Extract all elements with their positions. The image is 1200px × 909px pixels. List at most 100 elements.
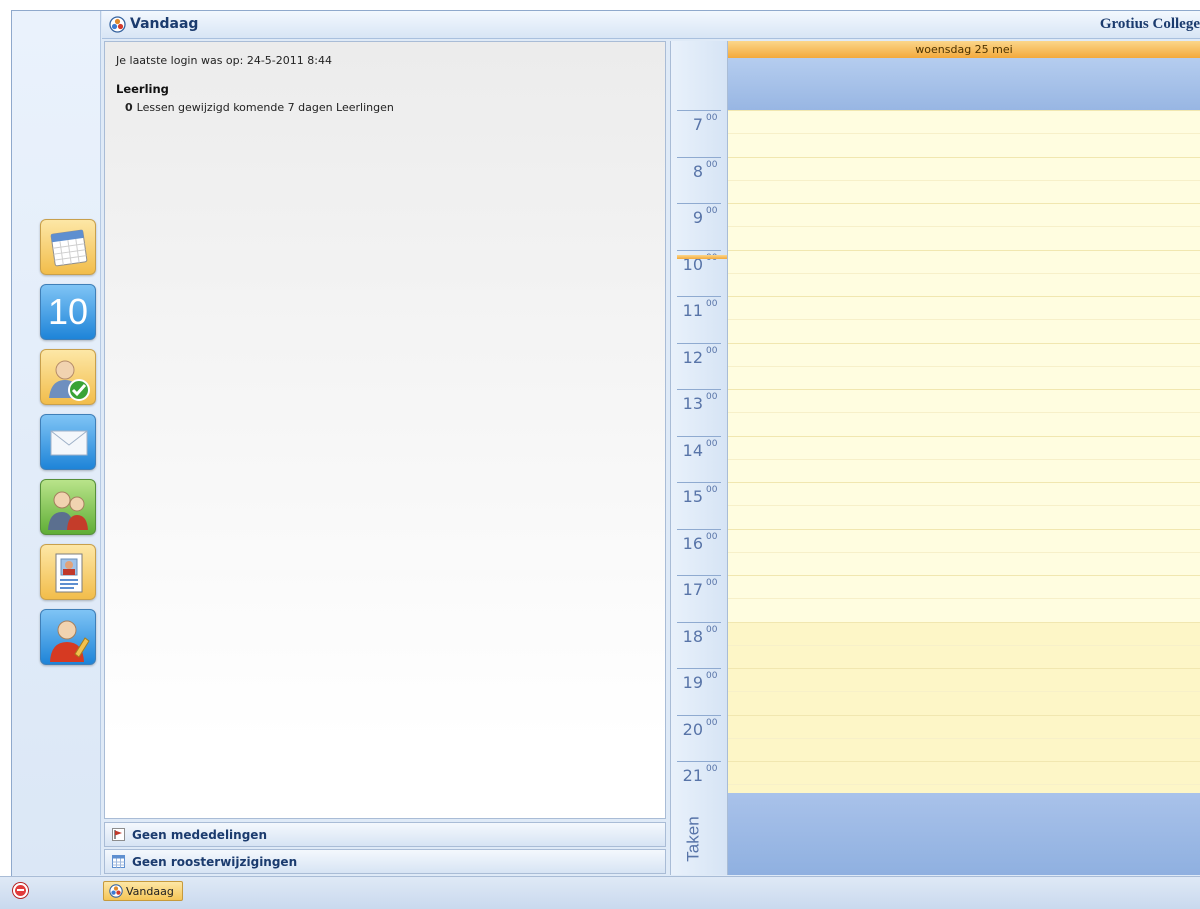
person-edit-icon: [50, 620, 90, 662]
tasks-label: Taken: [679, 811, 719, 866]
sidebar-item-rooster[interactable]: 10: [40, 284, 96, 340]
mail-icon: [50, 430, 88, 456]
announcement-flag-icon: [112, 828, 125, 841]
hour-number: 7: [692, 115, 703, 134]
half-hour-gridline: [728, 412, 1200, 414]
half-hour-gridline: [728, 737, 1200, 739]
all-day-area[interactable]: [728, 58, 1200, 110]
hour-minutes: 00: [706, 159, 718, 170]
half-hour-gridline: [728, 365, 1200, 367]
school-name: Grotius College: [1099, 16, 1200, 32]
half-hour-gridline: [728, 272, 1200, 274]
half-hour-gridline: [728, 551, 1200, 553]
hour-tick: [677, 296, 721, 297]
id-card-icon: [55, 553, 83, 593]
hour-label: 7 00: [677, 110, 721, 156]
half-hour-gridline: [728, 179, 1200, 181]
taskbar: Vandaag: [0, 876, 1200, 909]
hour-number: 12: [682, 347, 703, 367]
today-panel: Je laatste login was op: 24-5-2011 8:44 …: [104, 41, 666, 819]
hour-tick: [677, 389, 721, 390]
hour-label: 14 00: [677, 435, 721, 482]
hour-number: 8: [692, 161, 703, 181]
hour-minutes: 00: [706, 206, 718, 216]
hour-label: 12 00: [677, 342, 721, 389]
hour-number: 16: [682, 533, 703, 553]
hour-minutes: 00: [706, 531, 718, 542]
day-calendar: woensdag 25 mei 700800900100011001200130…: [670, 41, 1200, 875]
calendar-icon: [50, 229, 88, 267]
hour-tick: [677, 110, 721, 111]
hour-gridline: [728, 435, 1200, 437]
hour-number: 20: [682, 719, 703, 739]
power-icon[interactable]: [13, 883, 28, 898]
section-title: Leerling: [116, 82, 169, 96]
app-logo-icon: [109, 884, 123, 898]
taskbar-button-label: Vandaag: [126, 885, 174, 898]
hour-gridline: [728, 249, 1200, 251]
half-hour-gridline: [728, 784, 1200, 786]
hour-gridline: [728, 575, 1200, 576]
hour-minutes: 00: [706, 485, 718, 495]
hour-tick: [677, 249, 721, 251]
hour-label: 21 00: [677, 761, 721, 807]
hour-label: 13 00: [677, 389, 721, 435]
people-icon: [48, 491, 88, 530]
hour-tick: [677, 621, 721, 623]
hour-label: 8 00: [677, 156, 721, 203]
half-hour-gridline: [728, 505, 1200, 507]
schedule-changes-strip[interactable]: Geen roosterwijzigingen: [104, 849, 666, 874]
hour-gridline: [728, 761, 1200, 762]
day-header[interactable]: woensdag 25 mei: [728, 41, 1200, 58]
half-hour-gridline: [728, 133, 1200, 135]
hour-minutes: 00: [706, 671, 718, 681]
sidebar: 10: [12, 11, 101, 875]
sidebar-item-aanwezigheid[interactable]: [40, 349, 96, 405]
hour-gridline: [728, 110, 1200, 111]
half-hour-gridline: [728, 458, 1200, 460]
tasks-area[interactable]: [728, 793, 1200, 875]
schedule-grid-icon: [112, 855, 125, 868]
hour-number: 9: [692, 208, 703, 227]
half-hour-gridline: [728, 319, 1200, 321]
hour-minutes: 00: [706, 624, 718, 635]
half-hour-gridline: [728, 644, 1200, 646]
hour-tick: [677, 528, 721, 530]
hour-number: 14: [682, 440, 703, 460]
hour-gridline: [728, 296, 1200, 297]
calendar-grid[interactable]: [728, 110, 1200, 808]
person-check-icon: [49, 360, 90, 401]
hour-tick: [677, 435, 721, 437]
sidebar-item-persoonsgegevens[interactable]: [40, 544, 96, 600]
hour-gridline: [728, 528, 1200, 530]
current-time-marker: [677, 255, 727, 259]
sidebar-item-leerlingen[interactable]: [40, 479, 96, 535]
half-hour-gridline: [728, 226, 1200, 228]
taskbar-vandaag-button[interactable]: Vandaag: [103, 881, 183, 901]
hour-gridline: [728, 342, 1200, 344]
hour-minutes: 00: [706, 113, 718, 123]
page-title: Vandaag: [130, 16, 199, 32]
hour-tick: [677, 668, 721, 669]
hour-minutes: 00: [706, 345, 718, 356]
hour-gridline: [728, 156, 1200, 158]
hour-label: 16 00: [677, 528, 721, 575]
hour-tick: [677, 156, 721, 158]
sidebar-item-instellingen[interactable]: [40, 609, 96, 665]
sidebar-item-berichten[interactable]: [40, 414, 96, 470]
tasks-label-text: Taken: [683, 816, 703, 862]
hour-tick: [677, 482, 721, 483]
hour-tick: [677, 342, 721, 344]
sidebar-item-agenda[interactable]: [40, 219, 96, 275]
hour-number: 21: [682, 766, 703, 785]
changes-row: 0 Lessen gewijzigd komende 7 dagen Leerli…: [125, 101, 394, 114]
announcements-label: Geen mededelingen: [132, 828, 267, 842]
changes-count: 0: [125, 101, 133, 114]
hour-minutes: 00: [706, 717, 718, 728]
hour-minutes: 00: [706, 392, 718, 402]
changes-text: Lessen gewijzigd komende 7 dagen Leerlin…: [136, 101, 394, 114]
last-login-text: Je laatste login was op: 24-5-2011 8:44: [116, 54, 332, 67]
hour-number: 11: [682, 301, 703, 320]
announcements-strip[interactable]: Geen mededelingen: [104, 822, 666, 847]
hour-gridline: [728, 668, 1200, 669]
